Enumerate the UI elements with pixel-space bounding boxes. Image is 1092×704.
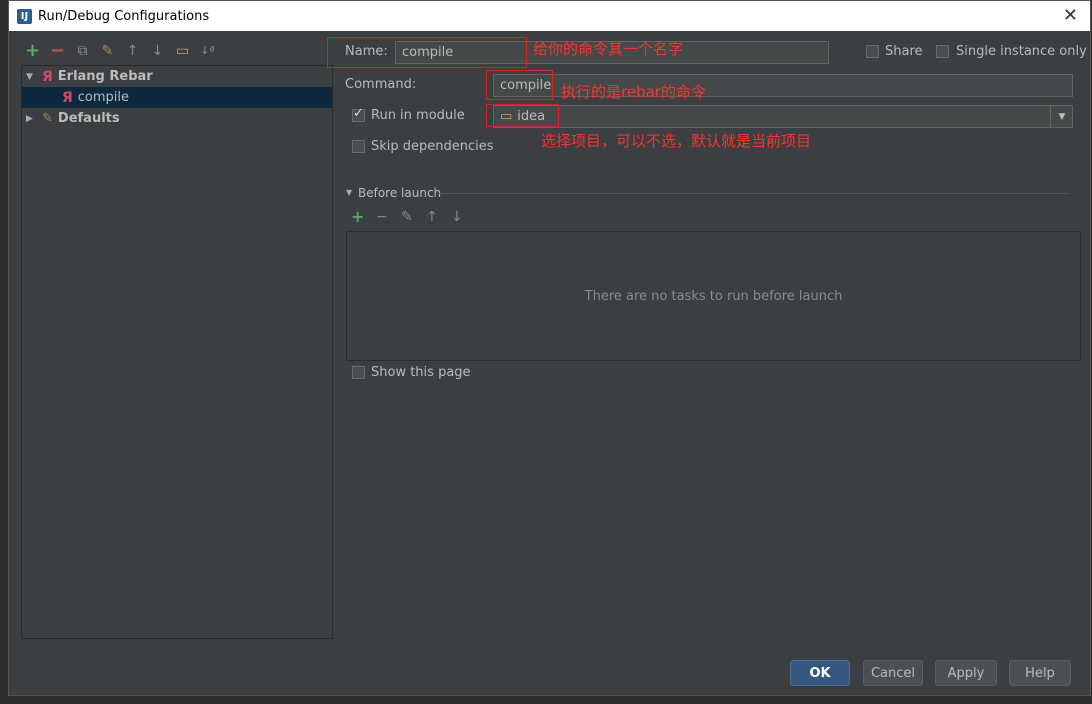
remove-icon[interactable]: − <box>48 40 67 61</box>
tree-item-compile[interactable]: Я compile <box>22 87 332 108</box>
dialog-title: Run/Debug Configurations <box>38 8 210 24</box>
module-annotation: 选择项目，可以不选，默认就是当前项目 <box>541 132 812 150</box>
configuration-tree: ▼ Я Erlang Rebar Я compile ▶ ✎ Defaults <box>21 65 333 639</box>
tree-item-label: compile <box>77 90 130 105</box>
arrow-up-icon[interactable]: ↑ <box>123 41 142 60</box>
run-in-module-checkbox[interactable] <box>352 106 365 122</box>
copy-icon[interactable]: ⧉ <box>73 41 92 60</box>
run-in-module-label: Run in module <box>371 108 465 123</box>
help-button[interactable]: Help <box>1009 660 1071 686</box>
highlight-box <box>327 37 527 68</box>
sort-icon[interactable]: ↓ª <box>198 41 217 60</box>
module-select[interactable]: ▭ idea <box>493 105 1073 128</box>
rebar-icon: Я <box>42 68 53 85</box>
single-instance-checkbox[interactable] <box>936 45 949 58</box>
remove-icon[interactable]: − <box>376 209 388 225</box>
config-toolbar: + − ⧉ ✎ ↑ ↓ ▭ ↓ª <box>23 40 217 61</box>
skip-dependencies-label: Skip dependencies <box>371 139 494 154</box>
cancel-button[interactable]: Cancel <box>863 660 923 686</box>
show-this-page-checkbox[interactable] <box>352 366 365 379</box>
rebar-icon: Я <box>62 89 73 106</box>
share-checkbox[interactable] <box>866 45 879 58</box>
highlight-box <box>486 70 553 100</box>
chevron-down-icon[interactable]: ▼ <box>1050 106 1073 127</box>
ok-button[interactable]: OK <box>790 660 850 686</box>
divider <box>437 193 1069 194</box>
title-bar: IJ Run/Debug Configurations ✕ <box>9 1 1090 31</box>
tree-group-label: Erlang Rebar <box>57 69 153 84</box>
run-debug-dialog: IJ Run/Debug Configurations ✕ + − ⧉ ✎ ↑ … <box>8 0 1091 696</box>
close-icon[interactable]: ✕ <box>1063 5 1078 26</box>
skip-dependencies-checkbox[interactable] <box>352 140 365 153</box>
expanded-icon[interactable]: ▼ <box>346 188 352 197</box>
expanded-icon[interactable]: ▼ <box>26 72 36 82</box>
highlight-box <box>486 104 559 127</box>
tree-group-defaults[interactable]: ▶ ✎ Defaults <box>22 108 332 129</box>
before-launch-label: Before launch <box>358 186 442 200</box>
arrow-down-icon[interactable]: ↓ <box>148 41 167 60</box>
empty-list-message: There are no tasks to run before launch <box>584 288 843 304</box>
wrench-icon[interactable]: ✎ <box>98 41 117 60</box>
collapsed-icon[interactable]: ▶ <box>26 114 36 124</box>
folder-icon[interactable]: ▭ <box>173 41 192 60</box>
name-annotation: 给你的命令其一个名字 <box>533 40 684 58</box>
apply-button[interactable]: Apply <box>935 660 997 686</box>
intellij-icon: IJ <box>17 8 32 24</box>
before-launch-task-list: There are no tasks to run before launch <box>346 231 1081 361</box>
tree-group-erlang-rebar[interactable]: ▼ Я Erlang Rebar <box>22 66 332 87</box>
edit-icon[interactable]: ✎ <box>401 209 413 225</box>
arrow-up-icon[interactable]: ↑ <box>426 209 438 225</box>
tree-group-label: Defaults <box>57 111 120 126</box>
share-label: Share <box>885 44 923 59</box>
wrench-icon: ✎ <box>42 111 53 126</box>
single-instance-label: Single instance only <box>956 44 1087 59</box>
add-icon[interactable]: + <box>351 207 364 226</box>
add-icon[interactable]: + <box>23 40 42 61</box>
command-label: Command: <box>345 77 417 92</box>
command-annotation: 执行的是rebar的命令 <box>561 83 706 101</box>
show-this-page-label: Show this page <box>371 365 471 380</box>
arrow-down-icon[interactable]: ↓ <box>451 209 463 225</box>
